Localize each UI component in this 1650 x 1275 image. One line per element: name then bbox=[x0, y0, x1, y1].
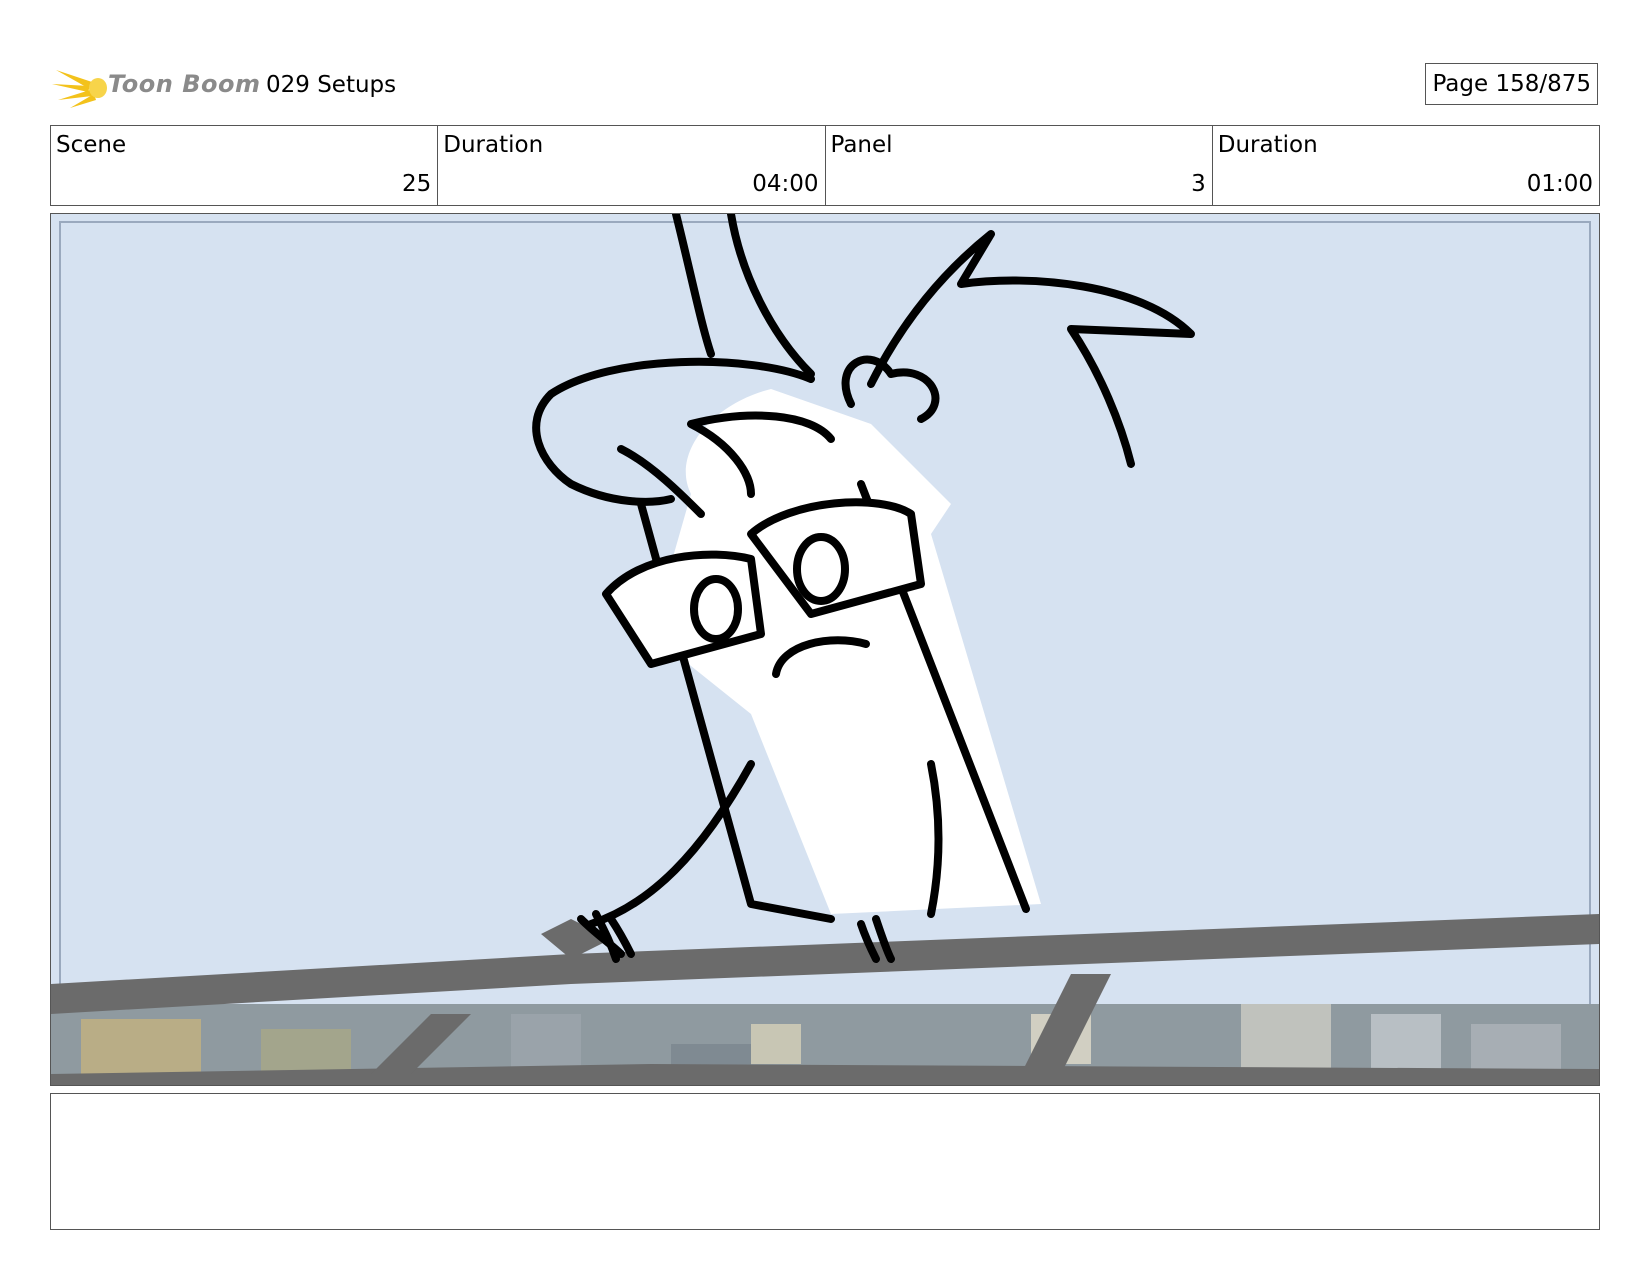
scene-value: 25 bbox=[401, 171, 432, 197]
sun-burst-icon bbox=[52, 70, 107, 108]
storyboard-panel-image bbox=[50, 213, 1600, 1086]
panel-duration-label: Duration bbox=[1217, 132, 1318, 158]
scene-duration-value: 04:00 bbox=[752, 171, 819, 197]
panel-duration-value: 01:00 bbox=[1526, 171, 1593, 197]
scene-duration-cell: Duration 04:00 bbox=[438, 126, 826, 205]
document-title: 029 Setups bbox=[266, 72, 397, 98]
scene-label: Scene bbox=[56, 132, 127, 158]
panel-cell: Panel 3 bbox=[826, 126, 1213, 205]
page-indicator: Page 158/875 bbox=[1425, 63, 1598, 105]
page-header: Toon Boom 029 Setups Page 158/875 bbox=[52, 58, 1598, 108]
scene-duration-label: Duration bbox=[443, 132, 544, 158]
panel-drawing bbox=[51, 214, 1599, 1085]
panel-label: Panel bbox=[830, 132, 893, 158]
panel-value: 3 bbox=[1191, 171, 1206, 197]
panel-notes-box bbox=[50, 1093, 1600, 1230]
panel-duration-cell: Duration 01:00 bbox=[1213, 126, 1599, 205]
scene-cell: Scene 25 bbox=[51, 126, 439, 205]
scene-info-bar: Scene 25 Duration 04:00 Panel 3 Duration… bbox=[50, 125, 1600, 206]
logo-text: Toon Boom bbox=[108, 70, 261, 98]
toon-boom-logo: Toon Boom bbox=[52, 60, 262, 112]
